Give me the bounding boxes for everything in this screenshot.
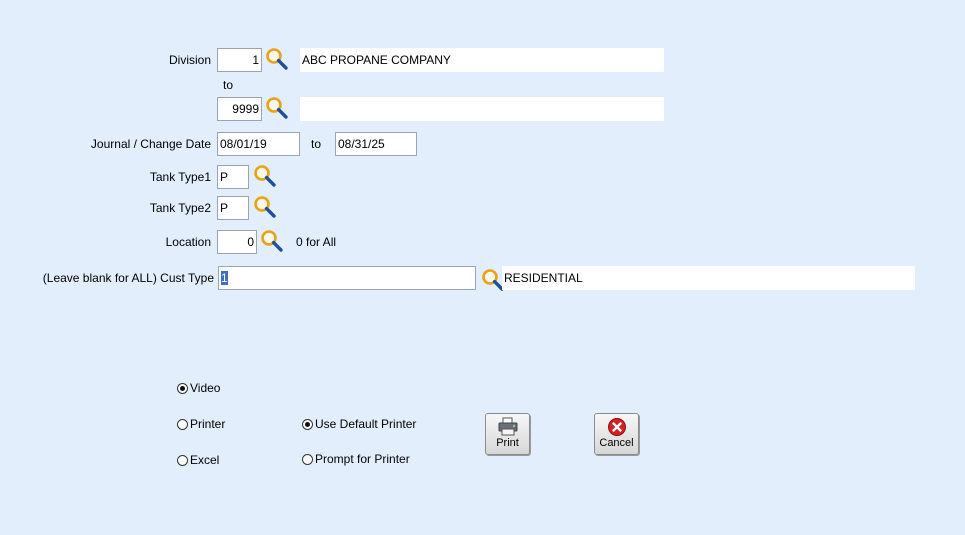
division-to-name <box>300 97 664 121</box>
printer-icon <box>498 417 517 436</box>
division-from-name-text: ABC PROPANE COMPANY <box>302 53 451 67</box>
output-printer-label: Printer <box>190 417 226 431</box>
cust-type-name: RESIDENTIAL <box>502 266 915 290</box>
division-to-lookup-icon[interactable] <box>265 96 289 120</box>
cancel-button-label: Cancel <box>599 437 634 449</box>
journal-date-label: Journal / Change Date <box>90 137 211 151</box>
division-to-input[interactable]: 9999 <box>217 97 262 121</box>
cust-type-input[interactable]: 1 <box>218 266 476 290</box>
use-default-printer-radio-dot <box>302 418 313 430</box>
division-to-label: to <box>223 78 234 92</box>
print-button[interactable]: Print <box>485 413 530 455</box>
location-lookup-icon[interactable] <box>260 229 284 253</box>
cust-type-label: (Leave blank for ALL) Cust Type <box>42 271 214 285</box>
division-label: Division <box>168 53 211 67</box>
location-label: Location <box>165 235 211 249</box>
cancel-icon <box>607 418 626 436</box>
output-excel-label: Excel <box>190 453 220 467</box>
journal-from-date-input[interactable]: 08/01/19 <box>217 132 300 156</box>
tank-type1-input[interactable]: P <box>217 165 249 189</box>
division-from-name: ABC PROPANE COMPANY <box>300 48 664 72</box>
location-input[interactable]: 0 <box>217 230 257 254</box>
tank-type2-lookup-icon[interactable] <box>253 195 277 219</box>
cust-type-name-text: RESIDENTIAL <box>504 271 583 285</box>
prompt-for-printer-label: Prompt for Printer <box>315 452 410 466</box>
output-excel-radio[interactable]: Excel <box>177 453 219 467</box>
cust-type-input-value: 1 <box>221 271 228 285</box>
journal-to-date-input[interactable]: 08/31/25 <box>335 132 417 156</box>
output-excel-radio-dot <box>177 454 188 466</box>
prompt-for-printer-radio-dot <box>302 453 313 465</box>
output-video-radio-dot <box>177 382 188 394</box>
tank-type1-lookup-icon[interactable] <box>253 164 277 188</box>
output-printer-radio[interactable]: Printer <box>177 417 225 431</box>
tank-type2-label: Tank Type2 <box>149 201 211 215</box>
tank-type1-label: Tank Type1 <box>149 170 211 184</box>
output-printer-radio-dot <box>177 418 188 430</box>
output-video-radio[interactable]: Video <box>177 381 220 395</box>
journal-to-label: to <box>311 137 322 151</box>
use-default-printer-label: Use Default Printer <box>315 417 417 431</box>
tank-type2-input[interactable]: P <box>217 196 249 220</box>
print-button-label: Print <box>496 437 519 449</box>
cancel-button[interactable]: Cancel <box>594 413 639 455</box>
division-from-lookup-icon[interactable] <box>265 47 289 71</box>
output-video-label: Video <box>190 381 221 395</box>
division-from-input[interactable]: 1 <box>217 48 262 72</box>
prompt-for-printer-radio[interactable]: Prompt for Printer <box>302 452 410 466</box>
location-hint: 0 for All <box>296 235 337 249</box>
use-default-printer-radio[interactable]: Use Default Printer <box>302 417 416 431</box>
